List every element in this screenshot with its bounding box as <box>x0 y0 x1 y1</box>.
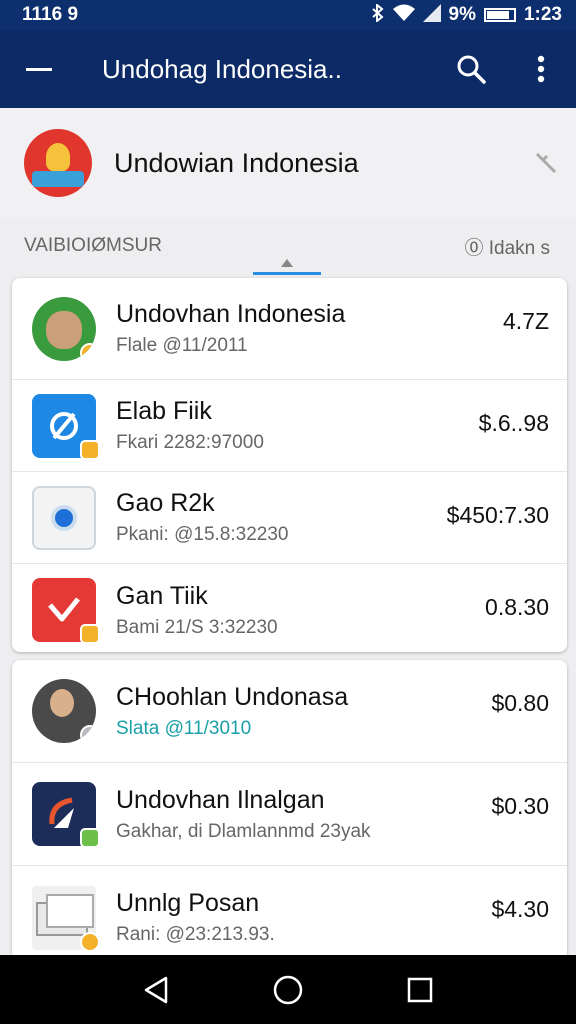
list-item[interactable]: Undovhan Ilnalgan Gakhar, di Dlamlannmd … <box>12 763 567 866</box>
status-bar: 1116 9 9% 1:23 <box>0 0 576 30</box>
profile-header[interactable]: Undowian Indonesia <box>0 108 576 218</box>
home-button[interactable] <box>258 960 318 1020</box>
item-amount: $450:7.30 <box>446 502 549 528</box>
status-clock-right: 1:23 <box>523 4 562 25</box>
home-icon <box>273 975 303 1004</box>
red-app-icon <box>32 578 100 644</box>
photo-avatar-icon <box>32 679 96 743</box>
battery-percent: 9% <box>448 4 476 25</box>
item-subtitle: Fkari 2282:97000 <box>116 432 264 453</box>
item-subtitle: Pkani: @15.8:32230 <box>116 524 289 545</box>
menu-button[interactable] <box>0 30 78 108</box>
item-title: CHoohlan Undonasa <box>116 682 349 711</box>
item-subtitle: Slata @11/3010 <box>116 717 252 739</box>
status-icons: 9% 1:23 <box>371 2 562 27</box>
search-button[interactable] <box>436 30 506 108</box>
more-options-button[interactable] <box>506 30 576 108</box>
system-nav-bar <box>0 955 576 1024</box>
transaction-card-2: CHoohlan Undonasa Slata @11/3010 $0.80 U… <box>12 660 567 960</box>
list-item[interactable]: Unnlg Posan Rani: @23:213.93. $4.30 <box>12 866 567 960</box>
recents-button[interactable] <box>390 960 450 1020</box>
wifi-icon <box>392 4 415 27</box>
list-item[interactable]: Elab Fiik Fkari 2282:97000 $.6..98 <box>12 380 567 472</box>
recents-icon <box>407 977 433 1002</box>
tab-indicator <box>253 272 321 275</box>
item-title: Gan Tiik <box>116 581 208 610</box>
section-right-label[interactable]: ⓪ Idakn s <box>464 233 550 260</box>
item-subtitle: Flale @11/2011 <box>116 335 248 356</box>
list-item[interactable]: Undovhan Indonesia Flale @11/2011 4.7Z <box>12 278 567 380</box>
status-time: 1116 9 <box>22 4 79 25</box>
item-title: Elab Fiik <box>116 397 212 425</box>
edit-icon <box>535 152 557 174</box>
back-button[interactable] <box>126 960 186 1020</box>
item-amount: 4.7Z <box>502 308 549 334</box>
back-icon <box>144 976 168 1003</box>
item-amount: $.6..98 <box>478 410 549 436</box>
camera-app-icon <box>32 485 96 550</box>
caret-up-icon <box>281 259 293 267</box>
item-amount: 0.8.30 <box>485 594 549 620</box>
navy-app-icon <box>32 782 100 848</box>
signal-icon <box>422 3 441 27</box>
battery-icon <box>483 8 516 22</box>
cash-app-icon <box>32 885 100 952</box>
item-title: Gao R2k <box>116 489 215 517</box>
blue-app-icon <box>32 393 100 460</box>
bluetooth-icon <box>371 2 385 27</box>
item-amount: $0.80 <box>491 690 549 716</box>
item-amount: $4.30 <box>491 896 549 922</box>
item-subtitle: Rani: @23:213.93. <box>116 924 275 945</box>
list-item[interactable]: CHoohlan Undonasa Slata @11/3010 $0.80 <box>12 660 567 763</box>
item-title: Unnlg Posan <box>116 889 260 917</box>
app-title: Undohag Indonesia.. <box>102 53 342 84</box>
more-vert-icon <box>537 55 545 83</box>
list-item[interactable]: Gan Tiik Bami 21/S 3:32230 0.8.30 <box>12 564 567 652</box>
item-subtitle: Gakhar, di Dlamlannmd 23yak <box>116 820 371 842</box>
item-title: Undovhan Indonesia <box>116 300 346 328</box>
app-bar: Undohag Indonesia.. <box>0 30 576 108</box>
search-icon <box>457 55 486 84</box>
list-item[interactable]: Gao R2k Pkani: @15.8:32230 $450:7.30 <box>12 472 567 564</box>
item-amount: $0.30 <box>491 793 549 819</box>
edit-button[interactable] <box>516 133 576 193</box>
profile-name: Undowian Indonesia <box>114 147 359 178</box>
menu-icon <box>26 67 52 71</box>
section-left-label[interactable]: VAIBIOIØMSUR <box>24 235 162 257</box>
item-title: Undovhan Ilnalgan <box>116 785 325 814</box>
transaction-card-1: Undovhan Indonesia Flale @11/2011 4.7Z E… <box>12 278 567 652</box>
item-subtitle: Bami 21/S 3:32230 <box>116 616 278 638</box>
garuda-emblem-icon <box>24 129 92 197</box>
monster-app-icon <box>32 296 96 361</box>
